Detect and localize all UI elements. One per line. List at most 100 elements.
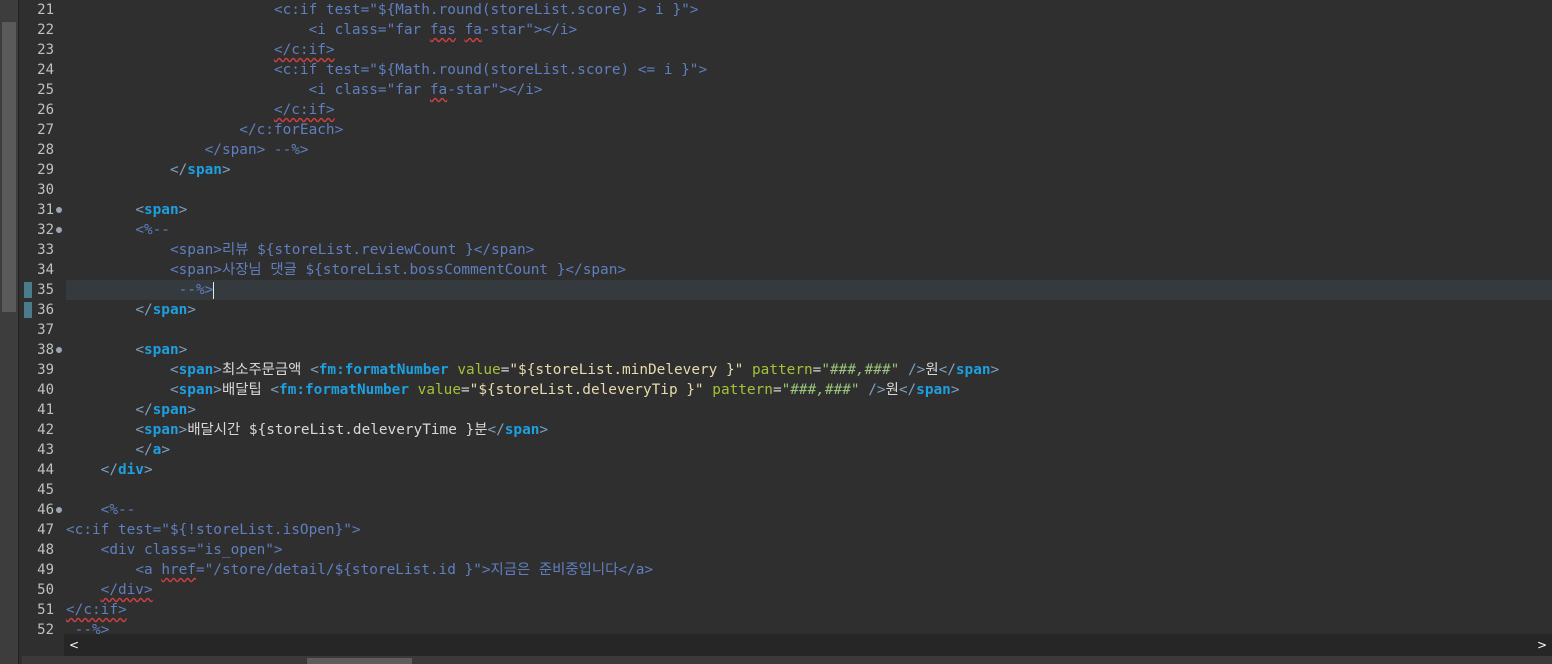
code-text: </c:if> [66, 40, 1552, 60]
status-strip-thumb[interactable] [307, 658, 412, 664]
code-text: <span>배달팁 <fm:formatNumber value="${stor… [66, 380, 1552, 400]
code-line[interactable]: 43 </a> [22, 440, 1552, 460]
code-token: > [539, 422, 549, 438]
code-token: </c:if> [66, 602, 127, 618]
code-text: <i class="far fa-star"></i> [66, 80, 1552, 100]
code-token: < [169, 362, 179, 378]
fold-icon[interactable] [56, 347, 62, 353]
code-line[interactable]: 41 </span> [22, 400, 1552, 420]
code-text: <%-- [66, 220, 1552, 240]
fold-icon[interactable] [56, 227, 62, 233]
code-line[interactable]: 25 <i class="far fa-star"></i> [22, 80, 1552, 100]
code-line[interactable]: 21 <c:if test="${Math.round(storeList.sc… [22, 0, 1552, 20]
code-line[interactable]: 38 <span> [22, 340, 1552, 360]
code-line[interactable]: 44 </div> [22, 460, 1552, 480]
code-line[interactable]: 49 <a href="/store/detail/${storeList.id… [22, 560, 1552, 580]
code-line[interactable]: 35 --%> [22, 280, 1552, 300]
code-token: span [143, 422, 179, 438]
code-text: <c:if test="${Math.round(storeList.score… [66, 60, 1552, 80]
code-token: <c:if test="${Math.round(storeList.score… [273, 2, 699, 18]
vertical-scrollbar[interactable] [0, 0, 19, 664]
code-editor[interactable]: 21 <c:if test="${Math.round(storeList.sc… [22, 0, 1552, 634]
line-number: 26 [37, 102, 54, 118]
code-token: 배달시간 ${storeList.deleveryTime }분 [187, 422, 488, 438]
code-line[interactable]: 45 [22, 480, 1552, 500]
code-token: > [221, 162, 231, 178]
code-token: > [187, 302, 196, 318]
code-text: </span> [66, 300, 1552, 320]
code-token: value [417, 382, 461, 398]
line-number: 50 [37, 582, 54, 598]
line-number: 25 [37, 82, 54, 98]
chevron-left-icon[interactable]: < [66, 634, 82, 656]
line-number: 34 [37, 262, 54, 278]
line-number: 28 [37, 142, 54, 158]
code-token: "${storeList.minDelevery }" [509, 362, 744, 378]
code-token: pattern [752, 362, 813, 378]
code-line[interactable]: 31 <span> [22, 200, 1552, 220]
code-line[interactable]: 36 </span> [22, 300, 1552, 320]
code-token: <c:if test="${Math.round(storeList.score… [273, 62, 708, 78]
code-line[interactable]: 27 </c:forEach> [22, 120, 1552, 140]
code-line[interactable]: 50 </div> [22, 580, 1552, 600]
line-number: 22 [37, 22, 54, 38]
code-line[interactable]: 23 </c:if> [22, 40, 1552, 60]
line-number: 38 [37, 342, 54, 358]
code-line[interactable]: 40 <span>배달팁 <fm:formatNumber value="${s… [22, 380, 1552, 400]
code-token: --%> [178, 282, 214, 298]
code-line[interactable]: 26 </c:if> [22, 100, 1552, 120]
line-number: 35 [37, 282, 54, 298]
vertical-scrollbar-thumb[interactable] [2, 22, 16, 312]
code-token: > [178, 422, 188, 438]
line-number: 43 [37, 442, 54, 458]
code-token: </div> [100, 582, 153, 598]
code-text: </span> --%> [66, 140, 1552, 160]
code-line[interactable]: 47 <c:if test="${!storeList.isOpen}"> [22, 520, 1552, 540]
code-token: -star"></i> [481, 22, 578, 38]
fold-icon[interactable] [56, 507, 62, 513]
code-text: </div> [66, 580, 1552, 600]
code-text: </c:if> [66, 600, 1552, 620]
code-text: --%> [66, 620, 1552, 634]
code-token: value [457, 362, 501, 378]
code-line[interactable]: 46 <%-- [22, 500, 1552, 520]
code-line[interactable]: 48 <div class="is_open"> [22, 540, 1552, 560]
code-line[interactable]: 51 </c:if> [22, 600, 1552, 620]
code-line[interactable]: 32 <%-- [22, 220, 1552, 240]
code-line[interactable]: 29 </span> [22, 160, 1552, 180]
code-token: </span> --%> [204, 142, 309, 158]
code-line[interactable]: 22 <i class="far fas fa-star"></i> [22, 20, 1552, 40]
code-line[interactable]: 33 <span>리뷰 ${storeList.reviewCount }</s… [22, 240, 1552, 260]
code-token: > [161, 442, 170, 458]
code-text: <a href="/store/detail/${storeList.id }"… [66, 560, 1552, 580]
code-line[interactable]: 42 <span>배달시간 ${storeList.deleveryTime }… [22, 420, 1552, 440]
code-line[interactable]: 52 --%> [22, 620, 1552, 634]
horizontal-scrollbar[interactable]: < > [64, 634, 1552, 656]
text-cursor [213, 281, 215, 299]
code-line[interactable]: 37 [22, 320, 1552, 340]
code-line[interactable]: 28 </span> --%> [22, 140, 1552, 160]
code-line[interactable]: 30 [22, 180, 1552, 200]
code-token: span [143, 342, 179, 358]
code-line[interactable]: 39 <span>최소주문금액 <fm:formatNumber value="… [22, 360, 1552, 380]
code-token: = [772, 382, 782, 398]
code-token: > [143, 462, 153, 478]
code-line[interactable]: 34 <span>사장님 댓글 ${storeList.bossCommentC… [22, 260, 1552, 280]
code-token: </c:if> [273, 42, 335, 58]
chevron-right-icon[interactable]: > [1534, 634, 1550, 656]
fold-icon[interactable] [56, 207, 62, 213]
line-number: 48 [37, 542, 54, 558]
code-line[interactable]: 24 <c:if test="${Math.round(storeList.sc… [22, 60, 1552, 80]
